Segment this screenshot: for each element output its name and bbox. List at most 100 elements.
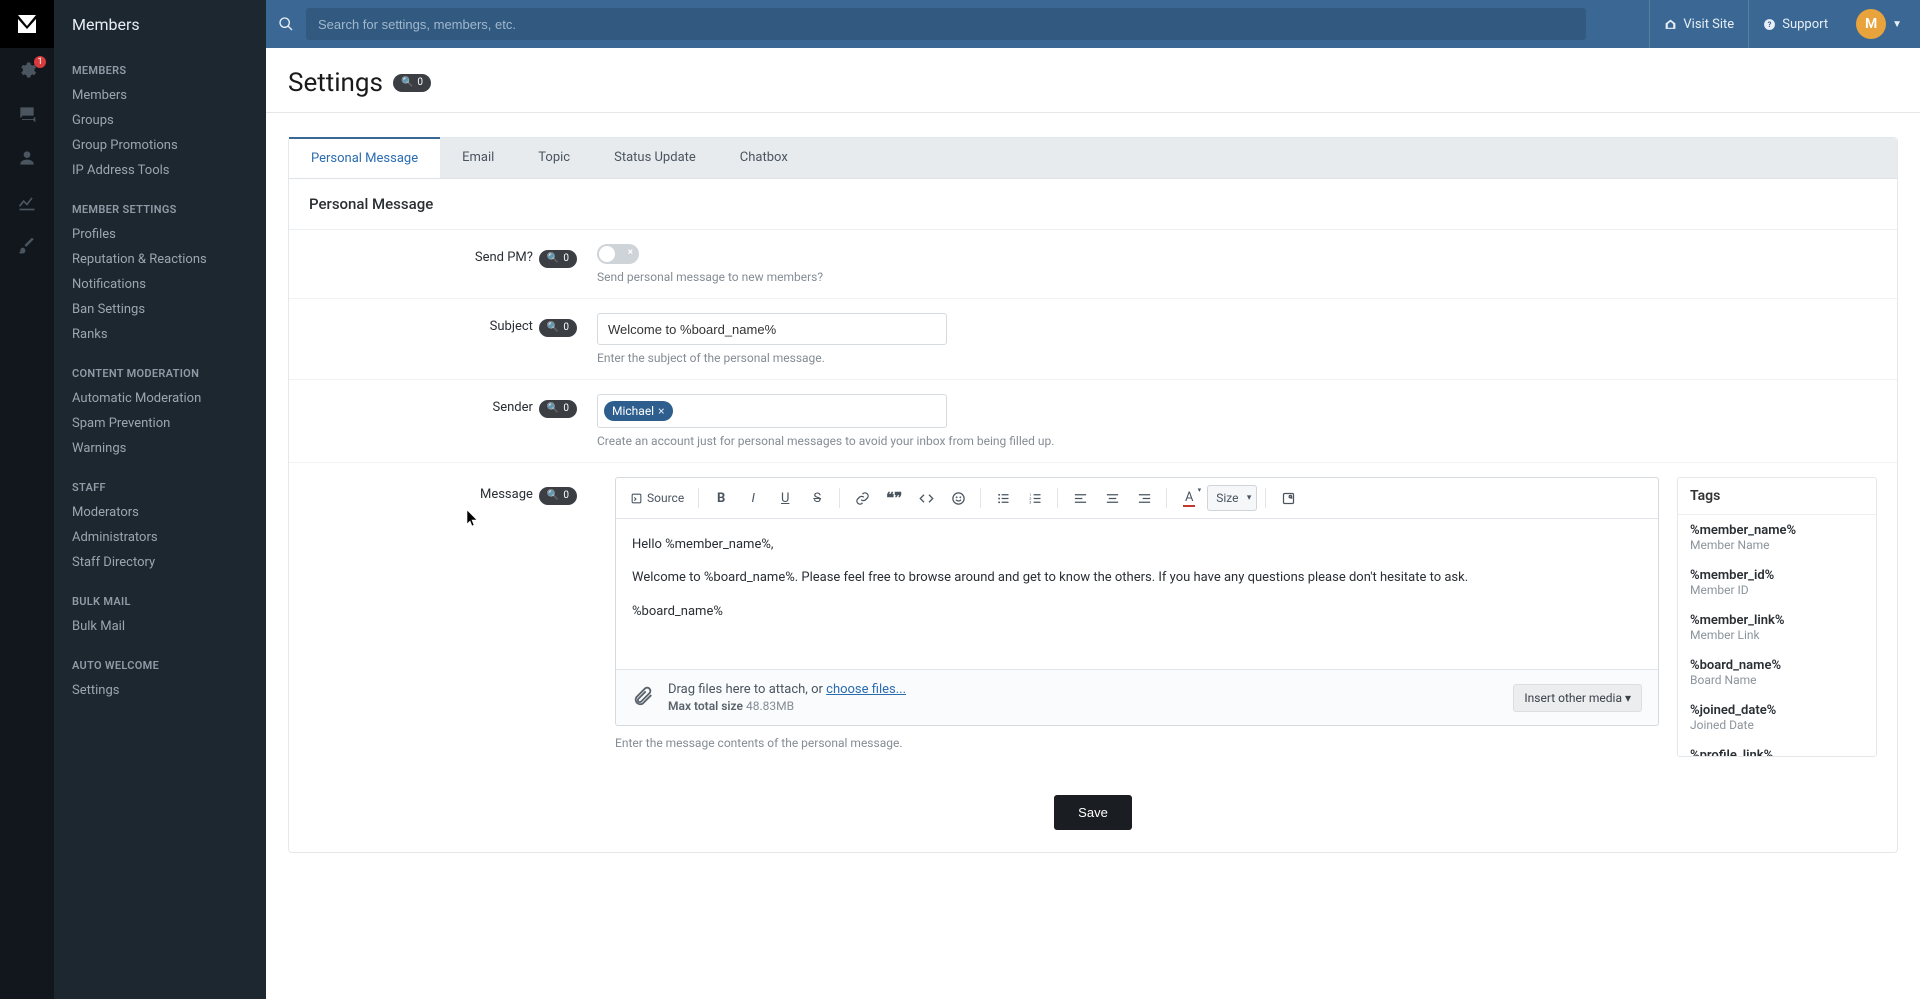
subject-badge[interactable]: 🔍0 (539, 319, 577, 337)
tag-item[interactable]: %member_link%Member Link (1678, 605, 1876, 650)
sender-input[interactable]: Michael × (597, 394, 947, 428)
tag-key: %joined_date% (1690, 703, 1864, 718)
message-help: Enter the message contents of the person… (615, 736, 1659, 750)
tab[interactable]: Status Update (592, 138, 718, 178)
message-badge[interactable]: 🔍0 (539, 487, 577, 505)
sidebar-item[interactable]: Moderators (54, 500, 266, 525)
align-right-icon[interactable] (1130, 484, 1158, 512)
tag-item[interactable]: %member_id%Member ID (1678, 560, 1876, 605)
text-color-icon[interactable]: A▾ (1175, 484, 1203, 512)
align-left-icon[interactable] (1066, 484, 1094, 512)
send-pm-badge[interactable]: 🔍0 (539, 250, 577, 268)
attach-max-label: Max total size (668, 699, 743, 713)
sidebar-item[interactable]: Spam Prevention (54, 411, 266, 436)
tab[interactable]: Chatbox (718, 138, 810, 178)
tag-item[interactable]: %member_name%Member Name (1678, 515, 1876, 560)
support-label: Support (1782, 17, 1828, 32)
sidebar-item[interactable]: Settings (54, 678, 266, 703)
insert-other-media-button[interactable]: Insert other media ▾ (1513, 684, 1642, 712)
sidebar-item[interactable]: Ranks (54, 322, 266, 347)
editor-body[interactable]: Hello %member_name%, Welcome to %board_na… (616, 519, 1658, 669)
rail-user-icon[interactable] (0, 136, 54, 180)
sidebar-item[interactable]: IP Address Tools (54, 158, 266, 183)
sidebar-item[interactable]: Groups (54, 108, 266, 133)
search-input[interactable] (306, 8, 1586, 40)
tags-panel: Tags %member_name%Member Name%member_id%… (1677, 477, 1877, 757)
sidebar-item[interactable]: Administrators (54, 525, 266, 550)
preview-icon[interactable] (1274, 484, 1302, 512)
send-pm-label: Send PM? (475, 250, 533, 265)
sidebar-item[interactable]: Automatic Moderation (54, 386, 266, 411)
support-link[interactable]: ? Support (1748, 0, 1842, 48)
align-center-icon[interactable] (1098, 484, 1126, 512)
code-icon[interactable] (912, 484, 940, 512)
rail-chat-icon[interactable] (0, 92, 54, 136)
sidebar-item[interactable]: Warnings (54, 436, 266, 461)
rail-settings-icon[interactable]: 1 (0, 48, 54, 92)
tag-item[interactable]: %profile_link%Profile Link (1678, 740, 1876, 756)
save-button[interactable]: Save (1054, 795, 1132, 830)
sidebar-item[interactable]: Notifications (54, 272, 266, 297)
sidebar: Members MEMBERSMembersGroupsGroup Promot… (54, 0, 266, 999)
tags-heading: Tags (1678, 478, 1876, 515)
tag-item[interactable]: %joined_date%Joined Date (1678, 695, 1876, 740)
subject-input[interactable] (597, 313, 947, 345)
module-title: Members (54, 0, 266, 48)
tab[interactable]: Topic (516, 138, 592, 178)
sender-chip-label: Michael (612, 404, 654, 418)
tag-key: %board_name% (1690, 658, 1864, 673)
remove-chip-icon[interactable]: × (658, 404, 664, 418)
bold-icon[interactable]: B (707, 484, 735, 512)
editor-line: Hello %member_name%, (632, 533, 1642, 556)
link-icon[interactable] (848, 484, 876, 512)
tab[interactable]: Email (440, 138, 516, 178)
avatar[interactable]: M (1856, 9, 1886, 39)
attach-max-value: 48.83MB (746, 699, 794, 713)
strike-icon[interactable]: S (803, 484, 831, 512)
rail-badge: 1 (34, 56, 46, 68)
sidebar-item[interactable]: Members (54, 83, 266, 108)
logo[interactable] (0, 0, 54, 48)
attach-prompt: Drag files here to attach, or (668, 682, 826, 697)
row-send-pm: Send PM? 🔍0 × Send personal message to n… (289, 230, 1897, 299)
icon-rail: 1 (0, 0, 54, 999)
rail-brush-icon[interactable] (0, 224, 54, 268)
settings-panel: Personal MessageEmailTopicStatus UpdateC… (288, 137, 1898, 853)
svg-text:?: ? (1768, 20, 1772, 29)
page-badge[interactable]: 🔍0 (393, 74, 431, 92)
rail-stats-icon[interactable] (0, 180, 54, 224)
source-label: Source (647, 491, 684, 505)
send-pm-help: Send personal message to new members? (597, 270, 1877, 284)
tag-desc: Member Link (1690, 628, 1864, 642)
sidebar-item[interactable]: Group Promotions (54, 133, 266, 158)
sidebar-item[interactable]: Reputation & Reactions (54, 247, 266, 272)
row-subject: Subject 🔍0 Enter the subject of the pers… (289, 299, 1897, 380)
editor-line: Welcome to %board_name%. Please feel fre… (632, 566, 1642, 589)
attach-bar: Drag files here to attach, or choose fil… (616, 669, 1658, 725)
editor-line: %board_name% (632, 600, 1642, 623)
sidebar-item[interactable]: Bulk Mail (54, 614, 266, 639)
source-button[interactable]: Source (624, 484, 690, 512)
tag-key: %member_id% (1690, 568, 1864, 583)
toggle-knob (599, 246, 615, 262)
underline-icon[interactable]: U (771, 484, 799, 512)
send-pm-toggle[interactable]: × (597, 244, 639, 264)
italic-icon[interactable]: I (739, 484, 767, 512)
chevron-down-icon[interactable]: ▼ (1892, 19, 1902, 30)
size-select[interactable]: Size (1207, 485, 1257, 511)
quote-icon[interactable]: ❝❞ (880, 484, 908, 512)
choose-files-link[interactable]: choose files... (826, 682, 906, 697)
page-title: Settings (288, 68, 383, 98)
emoji-icon[interactable] (944, 484, 972, 512)
visit-site-link[interactable]: Visit Site (1649, 0, 1748, 48)
ul-icon[interactable] (989, 484, 1017, 512)
sidebar-item[interactable]: Staff Directory (54, 550, 266, 575)
tab[interactable]: Personal Message (289, 137, 440, 178)
sidebar-item[interactable]: Profiles (54, 222, 266, 247)
sender-chip[interactable]: Michael × (604, 401, 673, 421)
search-icon[interactable] (266, 0, 306, 48)
ol-icon[interactable]: 123 (1021, 484, 1049, 512)
sidebar-item[interactable]: Ban Settings (54, 297, 266, 322)
tag-item[interactable]: %board_name%Board Name (1678, 650, 1876, 695)
sender-badge[interactable]: 🔍0 (539, 400, 577, 418)
